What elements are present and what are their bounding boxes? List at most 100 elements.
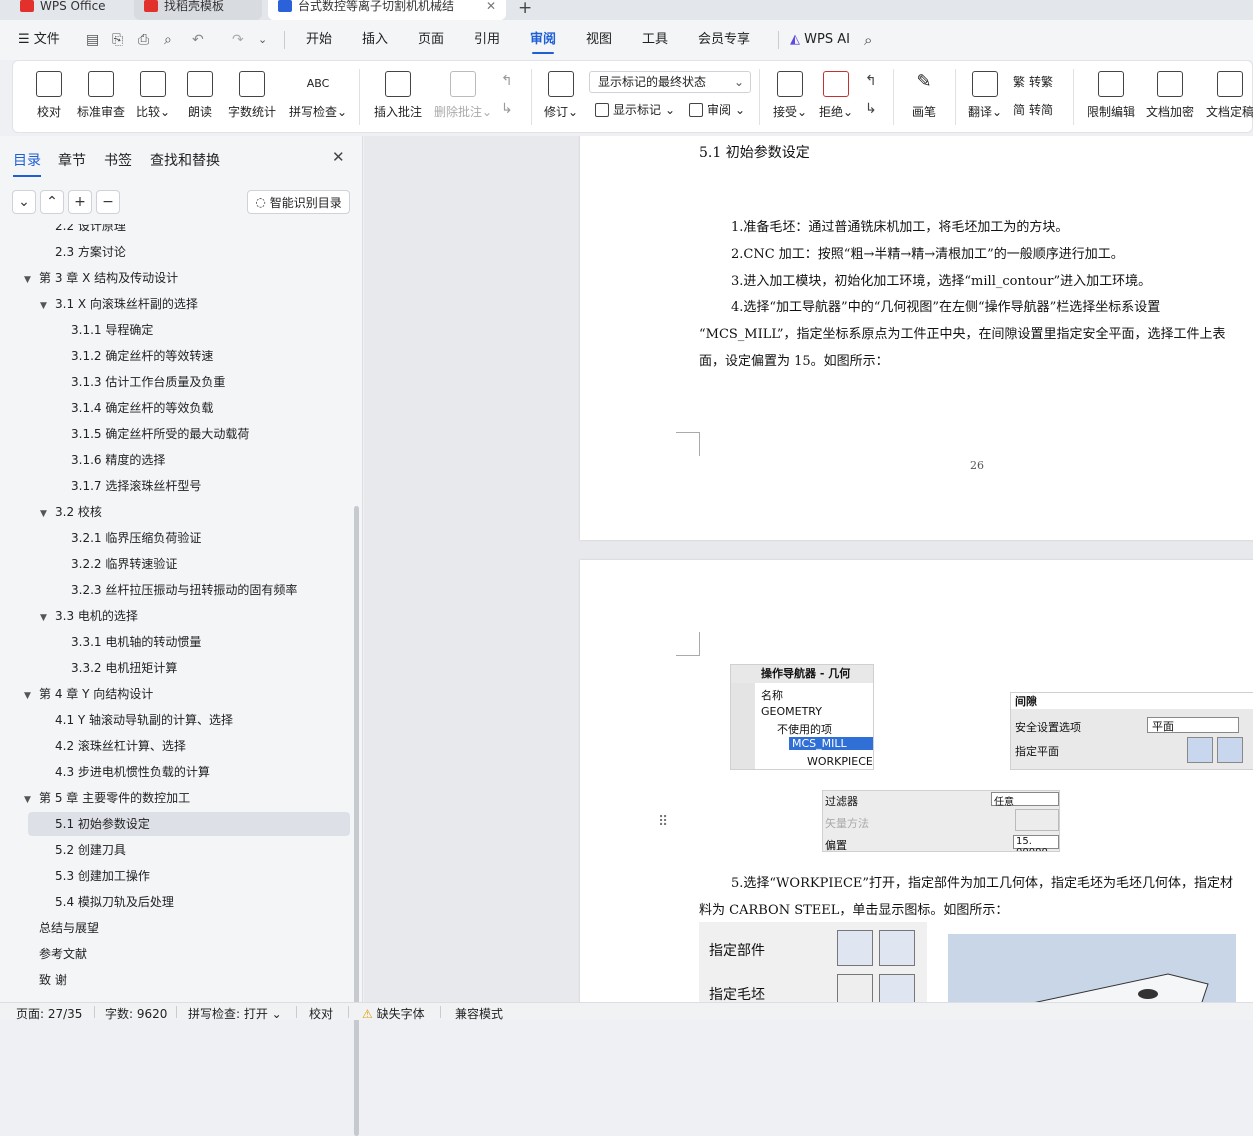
export-icon[interactable]: ⎘ <box>112 20 123 60</box>
save-icon[interactable]: ▤ <box>86 20 99 60</box>
expand-arrow-icon[interactable]: ▼ <box>24 268 36 292</box>
proof-indicator[interactable]: 校对 <box>309 1005 333 1022</box>
toc-item[interactable]: 3.2.2 临界转速验证 <box>71 552 177 576</box>
toc-item[interactable]: 3.3.2 电机扭矩计算 <box>71 656 177 680</box>
toc-item[interactable]: 5.1 初始参数设定 <box>28 812 350 836</box>
move-up-button[interactable]: ⌃ <box>40 190 64 214</box>
expand-arrow-icon[interactable]: ▼ <box>40 502 52 526</box>
proofread-button[interactable]: 校对 <box>31 61 67 131</box>
tab-page[interactable]: 页面 <box>418 20 444 60</box>
word-count-button[interactable]: 字数统计 <box>227 61 277 131</box>
toc-item[interactable]: 4.1 Y 轴滚动导轨副的计算、选择 <box>55 708 233 732</box>
spell-check-indicator[interactable]: 拼写检查: 打开 ⌄ <box>188 1005 282 1022</box>
tab-start[interactable]: 开始 <box>306 20 332 60</box>
page-indicator[interactable]: 页面: 27/35 <box>16 1005 82 1022</box>
prev-change-icon[interactable]: ↰ <box>865 73 877 89</box>
compare-button[interactable]: 比较⌄ <box>135 61 171 131</box>
word-count-indicator[interactable]: 字数: 9620 <box>105 1005 167 1022</box>
tab-wps-office[interactable]: WPS Office <box>10 0 128 20</box>
restrict-edit-button[interactable]: 限制编辑 <box>1085 61 1137 131</box>
new-tab-icon[interactable]: + <box>518 0 532 18</box>
expand-arrow-icon[interactable]: ▼ <box>24 788 36 812</box>
reject-button[interactable]: 拒绝⌄ <box>817 61 855 131</box>
tab-current-doc[interactable]: 台式数控等离子切割机机械结 ✕ <box>268 0 506 20</box>
quick-access-dropdown-icon[interactable]: ⌄ <box>258 20 267 60</box>
toc-item[interactable]: 参考文献 <box>39 942 87 966</box>
toc-item[interactable]: 致 谢 <box>39 968 67 992</box>
wps-ai-button[interactable]: ◭ WPS AI <box>790 20 850 60</box>
tab-template[interactable]: 找稻壳模板 <box>134 0 262 20</box>
track-changes-button[interactable]: 修订⌄ <box>541 61 581 131</box>
toc-item[interactable]: 4.2 滚珠丝杠计算、选择 <box>55 734 186 758</box>
doc-encrypt-button[interactable]: 文档加密 <box>1145 61 1195 131</box>
review-pane-button[interactable]: 审阅 ⌄ <box>689 101 745 118</box>
toc-item[interactable]: 3.1.3 估计工作台质量及负重 <box>71 370 225 394</box>
display-state-select[interactable]: 显示标记的最终状态 ⌄ <box>589 71 751 93</box>
tab-review[interactable]: 审阅 <box>530 20 556 60</box>
nav-tab-find-replace[interactable]: 查找和替换 <box>150 150 220 170</box>
expand-arrow-icon[interactable]: ▼ <box>24 684 36 708</box>
toc-item[interactable]: 5.2 创建刀具 <box>55 838 126 862</box>
toc-item[interactable]: 3.1.1 导程确定 <box>71 318 153 342</box>
expand-arrow-icon[interactable]: ▼ <box>40 606 52 630</box>
smart-toc-button[interactable]: ◌ 智能识别目录 <box>247 190 350 214</box>
toc-item[interactable]: ▼ 第 5 章 主要零件的数控加工 <box>24 786 190 810</box>
toc-item[interactable]: ▼ 第 3 章 X 结构及传动设计 <box>24 266 178 290</box>
delete-comment-button[interactable]: 删除批注⌄ <box>433 61 493 131</box>
print-preview-icon[interactable]: ⌕ <box>164 20 172 60</box>
toc-item[interactable]: 3.2.3 丝杆拉压振动与扭转振动的固有频率 <box>71 578 297 602</box>
prev-comment-icon[interactable]: ↰ <box>501 73 513 89</box>
toc-item[interactable]: ▼ 第 4 章 Y 向结构设计 <box>24 682 153 706</box>
file-menu[interactable]: ☰ 文件 <box>18 20 60 60</box>
nav-tab-toc[interactable]: 目录 <box>13 150 41 177</box>
nav-scrollbar[interactable] <box>354 506 359 1136</box>
tab-member[interactable]: 会员专享 <box>698 20 750 60</box>
search-icon[interactable]: ⌕ <box>864 20 872 60</box>
toc-item[interactable]: 5.4 模拟刀轨及后处理 <box>55 890 174 914</box>
toc-item[interactable]: 3.1.6 精度的选择 <box>71 448 165 472</box>
nav-tab-chapters[interactable]: 章节 <box>58 150 86 170</box>
expand-arrow-icon[interactable]: ▼ <box>40 294 52 318</box>
toc-item[interactable]: 3.1.2 确定丝杆的等效转速 <box>71 344 213 368</box>
next-change-icon[interactable]: ↳ <box>865 101 877 117</box>
toc-item[interactable]: 3.1.4 确定丝杆的等效负载 <box>71 396 213 420</box>
standard-review-button[interactable]: 标准审查 <box>75 61 127 131</box>
insert-comment-button[interactable]: 插入批注 <box>373 61 423 131</box>
tab-insert[interactable]: 插入 <box>362 20 388 60</box>
undo-icon[interactable]: ↶ <box>192 20 204 60</box>
toc-item[interactable]: 2.3 方案讨论 <box>55 240 126 264</box>
close-tab-icon[interactable]: ✕ <box>486 0 496 12</box>
toc-item[interactable]: 4.3 步进电机惯性负载的计算 <box>55 760 210 784</box>
spell-check-button[interactable]: ABC 拼写检查⌄ <box>287 61 349 131</box>
toc-item[interactable]: 3.2.1 临界压缩负荷验证 <box>71 526 201 550</box>
toc-item[interactable]: ▼ 3.1 X 向滚珠丝杆副的选择 <box>40 292 198 316</box>
accept-button[interactable]: 接受⌄ <box>771 61 809 131</box>
toc-item[interactable]: 总结与展望 <box>39 916 99 940</box>
show-markup-button[interactable]: 显示标记 ⌄ <box>595 101 675 118</box>
collapse-all-button[interactable]: ⌄ <box>12 190 36 214</box>
print-icon[interactable]: ⎙ <box>138 20 149 60</box>
to-traditional-button[interactable]: 繁转繁 <box>1013 73 1053 90</box>
remove-heading-button[interactable]: − <box>96 190 120 214</box>
add-heading-button[interactable]: + <box>68 190 92 214</box>
toc-item[interactable]: 3.1.5 确定丝杆所受的最大动载荷 <box>71 422 249 446</box>
nav-tab-bookmarks[interactable]: 书签 <box>104 150 132 170</box>
doc-finalize-button[interactable]: 文档定稿 <box>1205 61 1253 131</box>
drag-handle-icon[interactable]: ⠿ <box>658 814 668 830</box>
read-aloud-button[interactable]: 朗读 <box>183 61 217 131</box>
translate-button[interactable]: 翻译⌄ <box>965 61 1005 131</box>
to-simplified-button[interactable]: 简转简 <box>1013 101 1053 118</box>
toc-item[interactable]: ▼ 3.3 电机的选择 <box>40 604 138 628</box>
toc-item[interactable]: ▼ 3.2 校核 <box>40 500 102 524</box>
toc-item[interactable]: 3.1.7 选择滚珠丝杆型号 <box>71 474 201 498</box>
tab-tools[interactable]: 工具 <box>642 20 668 60</box>
toc-item[interactable]: 5.3 创建加工操作 <box>55 864 150 888</box>
toc-item[interactable]: 3.3.1 电机轴的转动惯量 <box>71 630 201 654</box>
tab-view[interactable]: 视图 <box>586 20 612 60</box>
redo-icon[interactable]: ↷ <box>232 20 244 60</box>
missing-font-indicator[interactable]: ⚠ 缺失字体 <box>362 1005 425 1022</box>
next-comment-icon[interactable]: ↳ <box>501 101 513 117</box>
tab-references[interactable]: 引用 <box>474 20 500 60</box>
pen-button[interactable]: ✎ 画笔 <box>907 61 941 131</box>
close-icon[interactable]: ✕ <box>332 148 345 166</box>
